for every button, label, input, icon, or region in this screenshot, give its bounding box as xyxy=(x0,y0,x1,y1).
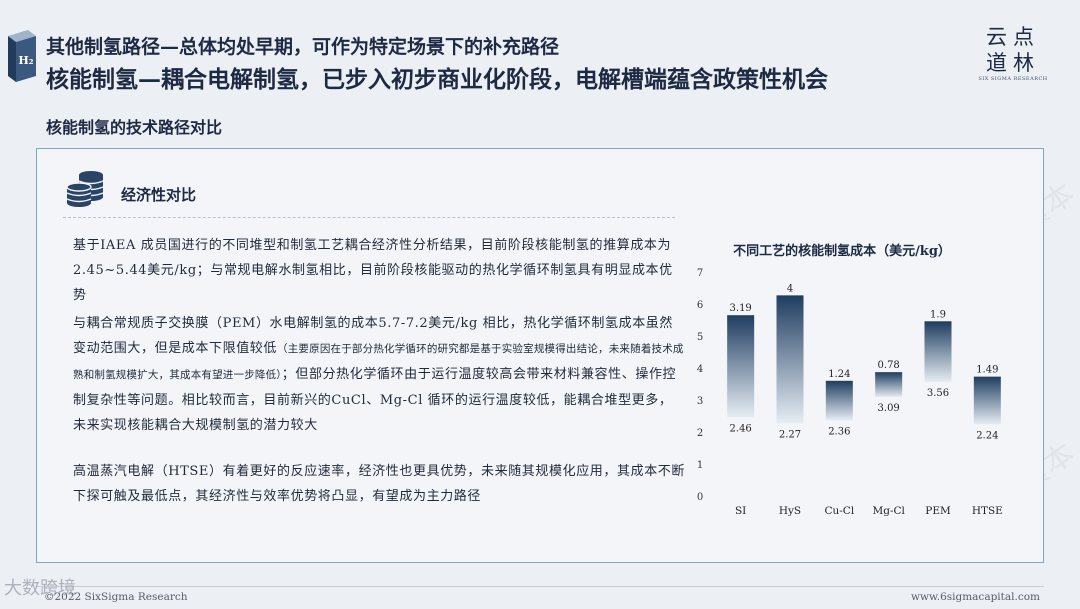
y-tick-label: 5 xyxy=(697,332,703,343)
page-subtitle: 其他制氢路径—总体均处早期，可作为特定场景下的补充路径 xyxy=(46,36,560,58)
coin-stack-icon xyxy=(66,171,104,207)
paragraph-2: 与耦合常规质子交换膜（PEM）水电解制氢的成本5.7-7.2美元/kg 相比，热… xyxy=(73,311,685,438)
watermark-logo: 大数跨境 xyxy=(4,578,76,599)
range-label: 1.9 xyxy=(930,309,946,320)
range-bar xyxy=(973,376,1001,425)
brand-name-line2: 道林 xyxy=(986,51,1040,75)
divider xyxy=(63,217,675,218)
category-label: SI xyxy=(735,505,746,517)
category-label: PEM xyxy=(925,505,951,517)
range-bar xyxy=(924,321,952,383)
page-title: 核能制氢—耦合电解制氢，已步入初步商业化阶段，电解槽端蕴含政策性机会 xyxy=(46,66,828,93)
brand-tagline: SIX SIGMA RESEARCH xyxy=(978,76,1048,82)
logo-glyph: H₂ xyxy=(18,54,33,67)
min-label: 3.09 xyxy=(878,403,900,414)
card-heading: 经济性对比 xyxy=(121,186,197,204)
range-label: 3.19 xyxy=(730,303,752,314)
brand-name-line1: 云点 xyxy=(986,25,1040,49)
paragraph-1: 基于IAEA 成员国进行的不同堆型和制氢工艺耦合经济性分析结果，目前阶段核能制氢… xyxy=(73,238,673,303)
y-tick-label: 1 xyxy=(697,460,703,471)
footer-divider xyxy=(36,586,1044,587)
y-tick-label: 4 xyxy=(697,364,703,375)
min-label: 2.27 xyxy=(779,429,801,440)
min-label: 2.46 xyxy=(730,423,752,434)
range-bar xyxy=(727,315,755,418)
y-tick-label: 6 xyxy=(697,300,703,311)
slide: 云道资本 云道资本 云道资本 云道资本 云道资本 云道资本 云道资本 云道资本 … xyxy=(0,0,1080,609)
category-label: HyS xyxy=(779,505,801,517)
min-label: 3.56 xyxy=(927,388,949,399)
category-label: HTSE xyxy=(972,505,1003,517)
h2-cube-logo: H₂ xyxy=(8,30,36,82)
range-bar xyxy=(825,380,853,421)
chart-title: 不同工艺的核能制氢成本（美元/kg） xyxy=(733,244,951,259)
y-tick-label: 0 xyxy=(697,492,703,503)
cost-range-chart: 0 1 2 3 4 5 6 7 3.19 2.46 SI 4 2.27 HyS 1.24 2.36 Cu-Cl 0… xyxy=(697,268,1003,517)
brand-logo: 云点 道林 SIX SIGMA RESEARCH xyxy=(978,24,1048,82)
range-bar xyxy=(875,372,903,398)
min-label: 2.24 xyxy=(976,430,998,441)
range-label: 1.49 xyxy=(976,365,998,376)
min-label: 2.36 xyxy=(828,426,850,437)
range-label: 0.78 xyxy=(878,360,900,371)
y-tick-label: 7 xyxy=(697,268,703,279)
range-bar xyxy=(776,295,804,424)
website-link[interactable]: www.6sigmacapital.com xyxy=(911,591,1040,603)
category-label: Mg-Cl xyxy=(872,505,905,517)
range-label: 4 xyxy=(787,283,793,294)
paragraph-3: 高温蒸汽电解（HTSE）有着更好的反应速率，经济性也更具优势，未来随其规模化应用… xyxy=(73,464,686,504)
y-tick-label: 2 xyxy=(697,428,703,439)
section-title: 核能制氢的技术路径对比 xyxy=(46,118,223,137)
range-label: 1.24 xyxy=(828,369,850,380)
y-tick-label: 3 xyxy=(697,396,703,407)
category-label: Cu-Cl xyxy=(824,505,854,517)
